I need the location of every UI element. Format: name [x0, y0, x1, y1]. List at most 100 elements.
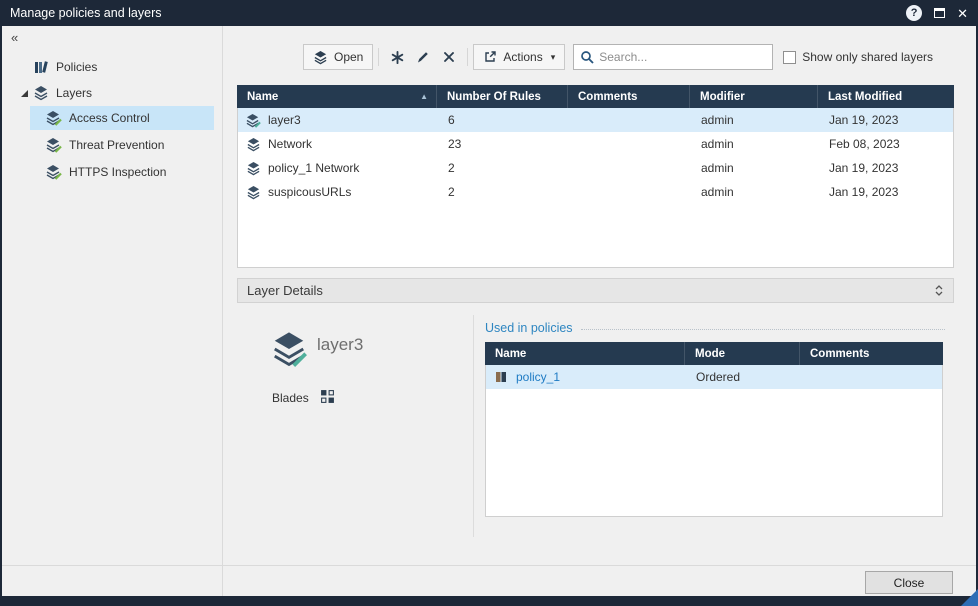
- table-row-network[interactable]: Network 23 admin Feb 08, 2023: [238, 132, 953, 156]
- column-header-name[interactable]: Name ▲: [237, 85, 437, 108]
- used-in-policies-body: policy_1 Ordered: [485, 365, 943, 517]
- close-icon[interactable]: ✕: [957, 7, 968, 20]
- help-icon[interactable]: ?: [906, 5, 922, 21]
- layer-icon: [246, 185, 261, 200]
- sidebar-item-label: HTTPS Inspection: [69, 165, 166, 179]
- column-header-mode[interactable]: Mode: [685, 342, 800, 365]
- column-header-comments[interactable]: Comments: [568, 85, 690, 108]
- open-button[interactable]: Open: [303, 44, 373, 70]
- actions-button[interactable]: Actions ▾: [473, 44, 565, 70]
- column-header-rules[interactable]: Number Of Rules: [437, 85, 568, 108]
- mode-cell: Ordered: [686, 370, 801, 384]
- navigation-tree: Policies Layers Access Control: [2, 54, 222, 187]
- show-shared-layers-checkbox[interactable]: [783, 51, 796, 64]
- column-header-name[interactable]: Name: [485, 342, 685, 365]
- layers-table-header: Name ▲ Number Of Rules Comments Modifier…: [237, 85, 954, 108]
- details-vertical-divider: [473, 315, 474, 537]
- selected-layer-name: layer3: [317, 335, 363, 355]
- edit-layer-button[interactable]: [410, 44, 436, 70]
- policy-link[interactable]: policy_1: [516, 370, 560, 384]
- search-box[interactable]: [573, 44, 773, 70]
- last-modified-cell: Feb 08, 2023: [819, 137, 953, 151]
- search-icon: [580, 50, 594, 64]
- manage-policies-layers-dialog: Manage policies and layers ? ✕ « Policie…: [0, 0, 978, 606]
- threat-prevention-layer-icon: [46, 137, 62, 153]
- sidebar-item-https-inspection[interactable]: HTTPS Inspection: [30, 160, 214, 184]
- actions-icon: [483, 50, 497, 64]
- policies-icon: [33, 59, 49, 75]
- sidebar-item-policies[interactable]: Policies: [2, 54, 222, 80]
- footer-divider: [2, 565, 976, 566]
- layer-details-title: Layer Details: [247, 283, 323, 298]
- shared-layer-icon: [246, 113, 261, 128]
- table-row-policy1[interactable]: policy_1 Ordered: [486, 365, 942, 389]
- chevron-down-icon: ▾: [551, 52, 556, 63]
- toolbar: Open Actions ▾: [303, 43, 956, 71]
- window-title: Manage policies and layers: [10, 6, 161, 20]
- open-layers-icon: [313, 50, 328, 65]
- sidebar-item-access-control[interactable]: Access Control: [30, 106, 214, 130]
- blades-grid-icon[interactable]: [320, 389, 335, 404]
- layer-name: suspicousURLs: [268, 185, 351, 199]
- used-in-policies-header: Name Mode Comments: [485, 342, 943, 365]
- sidebar: « Policies Layers: [2, 26, 223, 596]
- sidebar-item-label: Layers: [56, 86, 92, 100]
- layer-icon: [246, 161, 261, 176]
- open-button-label: Open: [334, 50, 363, 64]
- access-control-layer-icon: [46, 110, 62, 126]
- column-header-comments[interactable]: Comments: [800, 342, 943, 365]
- last-modified-cell: Jan 19, 2023: [819, 113, 953, 127]
- layer-name: layer3: [268, 113, 301, 127]
- collapse-panel-icon[interactable]: [934, 284, 944, 297]
- sidebar-item-layers[interactable]: Layers: [2, 80, 222, 106]
- modifier-cell: admin: [691, 113, 819, 127]
- collapse-sidebar-icon[interactable]: «: [11, 30, 18, 45]
- sidebar-item-threat-prevention[interactable]: Threat Prevention: [30, 133, 214, 157]
- modifier-cell: admin: [691, 161, 819, 175]
- table-row-layer3[interactable]: layer3 6 admin Jan 19, 2023: [238, 108, 953, 132]
- toolbar-separator: [378, 48, 379, 66]
- new-layer-button[interactable]: [384, 44, 410, 70]
- sidebar-item-label: Access Control: [69, 111, 150, 125]
- search-input[interactable]: [599, 50, 766, 64]
- column-header-last-modified[interactable]: Last Modified: [818, 85, 954, 108]
- close-button[interactable]: Close: [865, 571, 953, 594]
- sidebar-item-label: Policies: [56, 60, 97, 74]
- used-in-policies-section: Used in policies Name Mode Comments: [485, 321, 945, 517]
- actions-button-label: Actions: [503, 50, 542, 64]
- policy-icon: [494, 370, 509, 385]
- layer-name: Network: [268, 137, 312, 151]
- rules-count: 23: [438, 137, 569, 151]
- maximize-icon[interactable]: [934, 8, 945, 18]
- https-inspection-layer-icon: [46, 164, 62, 180]
- blades-label: Blades: [272, 391, 309, 405]
- rules-count: 2: [438, 161, 569, 175]
- last-modified-cell: Jan 19, 2023: [819, 161, 953, 175]
- layer-large-icon: [270, 330, 308, 368]
- layer-icon: [246, 137, 261, 152]
- dialog-body: « Policies Layers: [2, 26, 976, 596]
- layer-details-panel: layer3 Blades Used in policies Name Mode: [237, 303, 954, 547]
- layer-details-bar[interactable]: Layer Details: [237, 278, 954, 303]
- used-in-policies-title: Used in policies: [485, 321, 573, 335]
- last-modified-cell: Jan 19, 2023: [819, 185, 953, 199]
- rules-count: 2: [438, 185, 569, 199]
- modifier-cell: admin: [691, 185, 819, 199]
- column-header-modifier[interactable]: Modifier: [690, 85, 818, 108]
- layers-icon: [33, 85, 49, 101]
- sidebar-item-label: Threat Prevention: [69, 138, 164, 152]
- table-row-suspicousurls[interactable]: suspicousURLs 2 admin Jan 19, 2023: [238, 180, 953, 204]
- modifier-cell: admin: [691, 137, 819, 151]
- delete-layer-button[interactable]: [436, 44, 462, 70]
- tree-expander-icon[interactable]: [20, 89, 33, 98]
- table-row-policy1-network[interactable]: policy_1 Network 2 admin Jan 19, 2023: [238, 156, 953, 180]
- layer-name: policy_1 Network: [268, 161, 359, 175]
- dotted-divider: [581, 329, 945, 330]
- used-in-policies-table: Name Mode Comments policy_1: [485, 342, 943, 517]
- titlebar: Manage policies and layers ? ✕: [0, 0, 978, 26]
- main-content: Open Actions ▾: [235, 26, 956, 596]
- layers-table-body: layer3 6 admin Jan 19, 2023 Network: [237, 108, 954, 268]
- rules-count: 6: [438, 113, 569, 127]
- toolbar-separator: [467, 48, 468, 66]
- show-shared-layers-label: Show only shared layers: [802, 50, 933, 64]
